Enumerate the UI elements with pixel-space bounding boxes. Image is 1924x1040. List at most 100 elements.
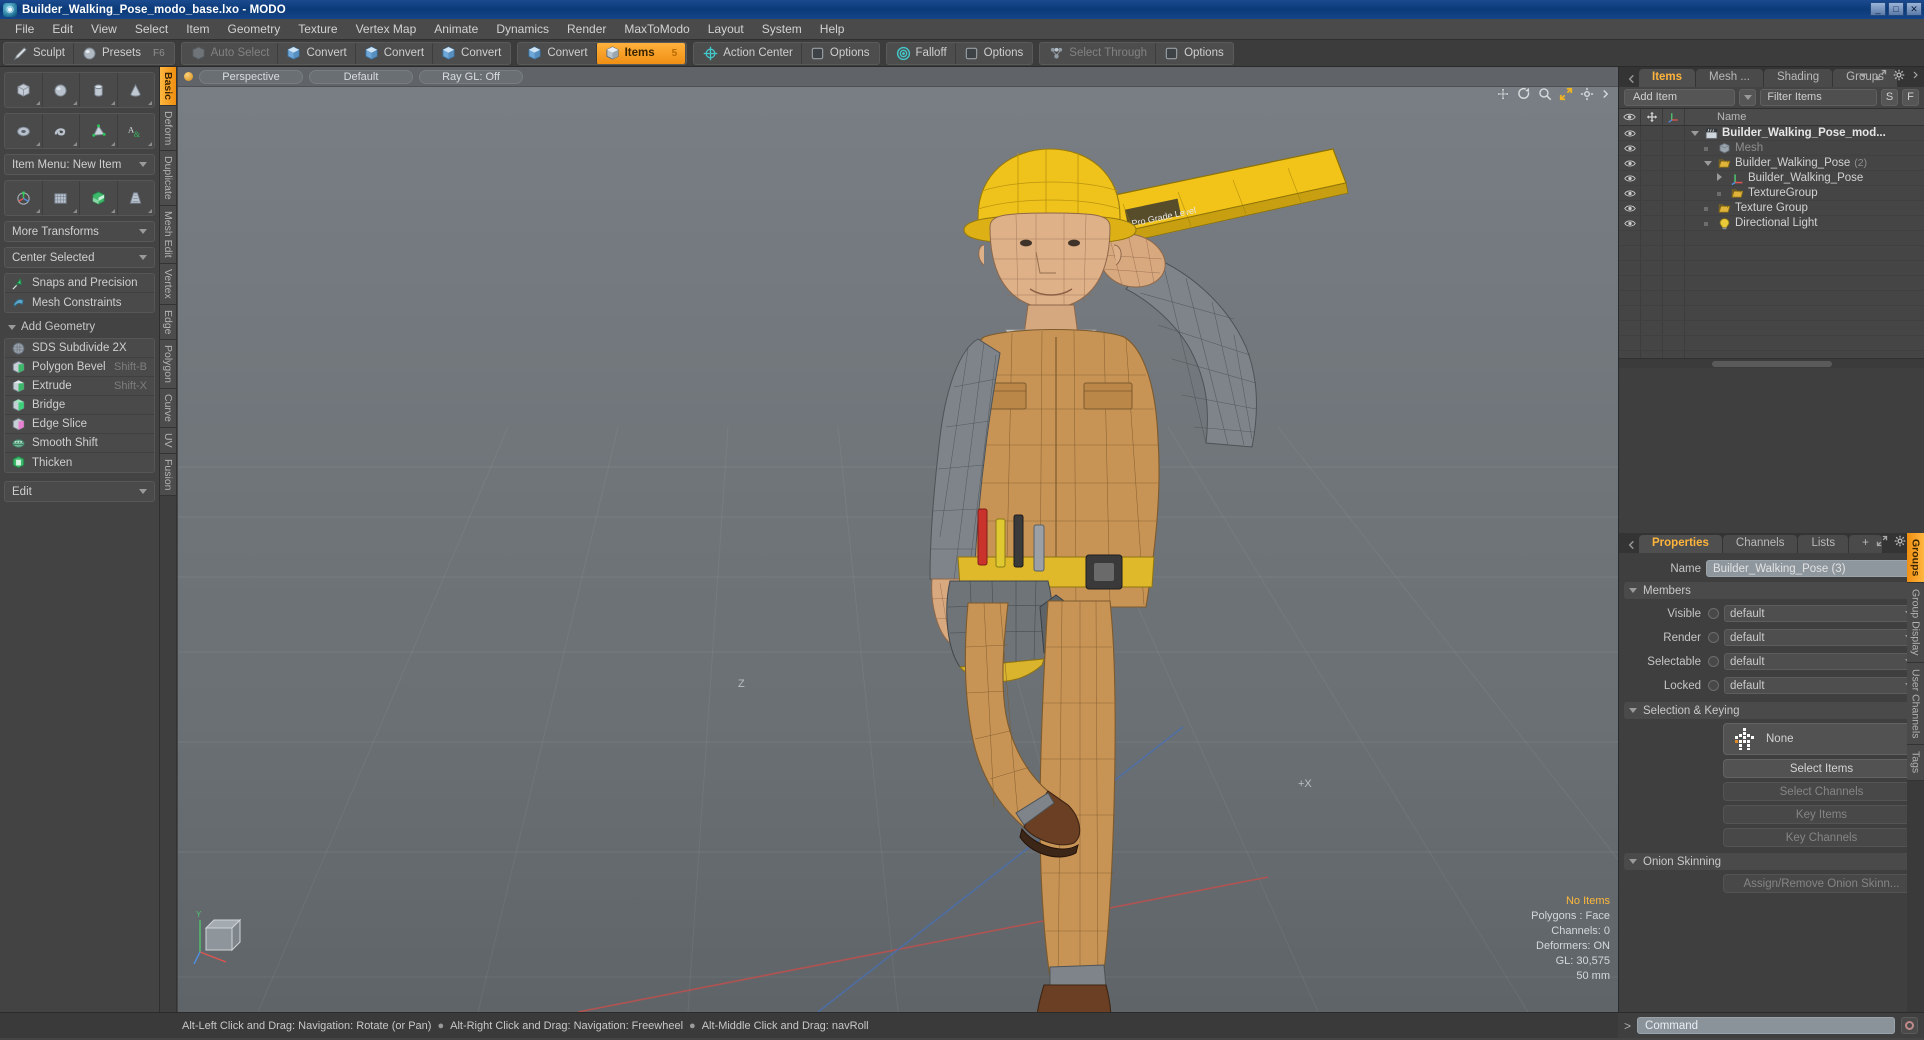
more-transforms-dropdown[interactable]: More Transforms — [4, 221, 155, 242]
eye-toggle[interactable] — [1619, 216, 1641, 230]
add-geometry-header[interactable]: Add Geometry — [4, 318, 155, 336]
tree-row[interactable]: Builder_Walking_Pose (2) — [1619, 156, 1924, 171]
menu-item-texture[interactable]: Texture — [289, 20, 346, 38]
member-value-dropdown[interactable]: default — [1724, 629, 1919, 646]
menu-item-render[interactable]: Render — [558, 20, 615, 38]
settings-icon[interactable] — [1580, 87, 1594, 101]
cylinder-icon[interactable] — [80, 73, 118, 107]
tree-row[interactable]: Directional Light — [1619, 216, 1924, 231]
toolbar-button-falloff[interactable]: Falloff — [888, 43, 955, 64]
command-input[interactable]: Command — [1637, 1017, 1895, 1034]
left-tab-mesh-edit[interactable]: Mesh Edit — [160, 206, 177, 264]
geometry-tool-polygon-bevel[interactable]: Polygon Bevel Shift-B — [5, 358, 154, 377]
left-tab-polygon[interactable]: Polygon — [160, 340, 177, 390]
items-tab-items[interactable]: Items — [1639, 69, 1696, 87]
toolbar-button-options[interactable]: Options — [954, 42, 1032, 64]
right-tab-tags[interactable]: Tags — [1907, 745, 1924, 781]
spiral-icon[interactable] — [43, 114, 80, 148]
menu-item-system[interactable]: System — [753, 20, 811, 38]
left-tab-fusion[interactable]: Fusion — [160, 453, 177, 497]
toolbar-button-presets[interactable]: Presets F6 — [72, 42, 173, 64]
toolbar-button-options[interactable]: Options — [1155, 42, 1232, 64]
properties-tab-channels[interactable]: Channels — [1722, 535, 1798, 553]
close-button[interactable]: ✕ — [1906, 2, 1922, 16]
left-tab-deform[interactable]: Deform — [160, 106, 177, 152]
twirl-down-icon[interactable] — [1691, 127, 1701, 139]
checker-cube-icon[interactable] — [80, 181, 118, 215]
button-select-items[interactable]: Select Items — [1723, 759, 1920, 778]
center-selected-dropdown[interactable]: Center Selected — [4, 247, 155, 268]
item-tree-hscrollbar[interactable] — [1619, 358, 1924, 368]
tabbar-scroll-left-icon[interactable] — [1627, 71, 1636, 87]
menu-item-maxtomodo[interactable]: MaxToModo — [615, 20, 698, 38]
member-value-dropdown[interactable]: default — [1724, 677, 1919, 694]
items-tab-mesh[interactable]: Mesh ... — [1696, 69, 1763, 87]
eye-toggle[interactable] — [1619, 156, 1641, 170]
tree-row[interactable]: Builder_Walking_Pose — [1619, 171, 1924, 186]
geometry-tool-thicken[interactable]: Thicken — [5, 453, 154, 472]
move-toggle[interactable] — [1641, 141, 1663, 155]
view-mode-button[interactable]: Perspective — [199, 69, 303, 84]
move-toggle[interactable] — [1641, 216, 1663, 230]
right-tab-user-channels[interactable]: User Channels — [1907, 662, 1924, 746]
toolbar-button-options[interactable]: Options — [800, 42, 878, 64]
menu-item-vertex-map[interactable]: Vertex Map — [347, 20, 426, 38]
geometry-tool-bridge[interactable]: Bridge — [5, 396, 154, 415]
geometry-tool-sds-subdivide-2x[interactable]: SDS Subdivide 2X — [5, 339, 154, 358]
geometry-tool-edge-slice[interactable]: Edge Slice — [5, 415, 154, 434]
filter-items-input[interactable]: Filter Items — [1760, 89, 1877, 106]
tree-row[interactable]: Builder_Walking_Pose_mod... — [1619, 126, 1924, 141]
tree-row[interactable]: Texture Group — [1619, 201, 1924, 216]
assign-remove-onion-skin-button[interactable]: Assign/Remove Onion Skinn... — [1723, 874, 1920, 893]
menu-item-animate[interactable]: Animate — [425, 20, 487, 38]
expand-icon[interactable] — [1875, 69, 1887, 81]
menu-item-file[interactable]: File — [6, 20, 43, 38]
move-toggle[interactable] — [1641, 201, 1663, 215]
move-icon[interactable] — [1496, 87, 1510, 101]
selection-keying-section-header[interactable]: Selection & Keying — [1624, 702, 1920, 719]
twirl-right-icon[interactable] — [1717, 172, 1727, 184]
transform-gizmo-icon[interactable] — [5, 181, 43, 215]
add-item-dropdown-button[interactable] — [1739, 89, 1757, 106]
left-tab-duplicate[interactable]: Duplicate — [160, 151, 177, 207]
item-menu-dropdown[interactable]: Item Menu: New Item — [4, 154, 155, 175]
text-icon[interactable]: A & — [118, 114, 155, 148]
taper-icon[interactable] — [118, 181, 155, 215]
torus-icon[interactable] — [5, 114, 43, 148]
sphere-icon[interactable] — [43, 73, 80, 107]
selection-set-button[interactable]: None — [1723, 723, 1920, 755]
maximize-button[interactable]: □ — [1888, 2, 1904, 16]
axis-toggle[interactable] — [1663, 216, 1685, 230]
menu-item-geometry[interactable]: Geometry — [219, 20, 290, 38]
name-field[interactable]: Builder_Walking_Pose (3) — [1706, 560, 1919, 577]
member-value-dropdown[interactable]: default — [1724, 653, 1919, 670]
properties-tab-lists[interactable]: Lists — [1798, 535, 1849, 553]
chevron-right-icon[interactable] — [1911, 69, 1920, 81]
shading-mode-button[interactable]: Default — [309, 69, 413, 84]
eye-toggle[interactable] — [1619, 171, 1641, 185]
members-section-header[interactable]: Members — [1624, 582, 1920, 599]
mesh-constraints-item[interactable]: Mesh Constraints — [5, 293, 154, 312]
member-toggle-radio[interactable] — [1708, 656, 1719, 667]
cone-icon[interactable] — [118, 73, 155, 107]
onion-skinning-section-header[interactable]: Onion Skinning — [1624, 853, 1920, 870]
twirl-down-icon[interactable] — [1704, 157, 1714, 169]
ray-gl-button[interactable]: Ray GL: Off — [419, 69, 523, 84]
move-toggle[interactable] — [1641, 126, 1663, 140]
menu-item-dynamics[interactable]: Dynamics — [487, 20, 558, 38]
items-tab-shading[interactable]: Shading — [1763, 69, 1833, 87]
right-tab-groups[interactable]: Groups — [1907, 533, 1924, 584]
zoom-icon[interactable] — [1538, 87, 1552, 101]
geometry-tool-extrude[interactable]: Extrude Shift-X — [5, 377, 154, 396]
menu-icon[interactable] — [1601, 87, 1610, 101]
right-tab-group-display[interactable]: Group Display — [1907, 583, 1924, 663]
tabbar-scroll-left-icon[interactable] — [1627, 537, 1636, 553]
member-toggle-radio[interactable] — [1708, 608, 1719, 619]
gear-icon[interactable] — [1894, 535, 1906, 547]
grid-plane-icon[interactable] — [43, 181, 80, 215]
filter-f-button[interactable]: F — [1902, 89, 1919, 106]
menu-item-select[interactable]: Select — [126, 20, 177, 38]
viewport-menu-dot-icon[interactable] — [184, 72, 193, 81]
left-tab-curve[interactable]: Curve — [160, 389, 177, 429]
toolbar-button-convert[interactable]: Convert — [277, 42, 354, 64]
